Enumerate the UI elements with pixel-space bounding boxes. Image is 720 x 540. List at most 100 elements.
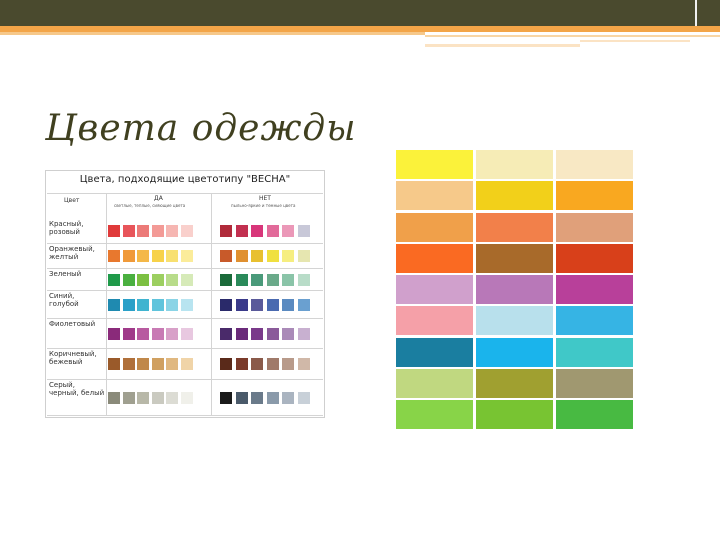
palette-swatch — [556, 212, 633, 242]
header-yes: ДА — [154, 195, 163, 202]
no-swatch — [282, 328, 294, 340]
yes-swatch — [137, 274, 149, 286]
no-swatch — [297, 250, 310, 262]
no-swatch — [266, 328, 279, 340]
no-swatch — [266, 225, 279, 237]
yes-swatch — [151, 225, 164, 237]
no-swatch — [235, 328, 248, 340]
yes-swatch — [151, 358, 164, 370]
yes-swatch — [180, 299, 193, 311]
table-row-divider — [47, 290, 323, 291]
table-header-divider — [47, 193, 323, 194]
yes-swatch — [122, 392, 135, 404]
palette-swatch — [556, 337, 633, 367]
no-swatch — [266, 274, 279, 286]
palette-swatch — [476, 275, 553, 304]
yes-swatch — [166, 299, 178, 311]
table-row-label: Коричневый, бежевый — [49, 350, 97, 366]
top-bar — [0, 0, 720, 26]
yes-swatch — [137, 328, 149, 340]
table-row-divider — [47, 243, 323, 244]
palette-swatch — [396, 243, 473, 273]
palette-swatch — [556, 306, 633, 336]
palette-swatch — [556, 243, 633, 273]
no-swatch — [266, 299, 279, 311]
no-swatch — [297, 392, 310, 404]
yes-swatch — [108, 225, 120, 237]
palette-swatch — [396, 181, 473, 211]
no-swatch — [282, 274, 294, 286]
no-swatch — [251, 299, 263, 311]
yes-swatch — [108, 328, 120, 340]
no-swatch — [220, 274, 232, 286]
table-row-label: Фиолетовый — [49, 320, 96, 328]
no-swatch — [251, 358, 263, 370]
table-row-divider — [47, 379, 323, 380]
yes-swatch — [108, 358, 120, 370]
palette-swatch — [476, 306, 553, 336]
palette-swatch — [396, 400, 473, 429]
yes-swatch — [166, 392, 178, 404]
top-bar-divider — [695, 0, 697, 26]
palette-swatch — [476, 181, 553, 211]
no-swatch — [251, 250, 263, 262]
no-swatch — [282, 225, 294, 237]
palette-swatch — [556, 150, 633, 179]
header-yes-subtitle: светлые, теплые, сияющие цвета — [114, 203, 186, 208]
palette-swatch — [396, 306, 473, 336]
color-palette-grid — [396, 150, 633, 431]
no-swatch — [266, 250, 279, 262]
accent-stripe-thin — [425, 35, 720, 37]
no-swatch — [266, 358, 279, 370]
yes-swatch — [166, 250, 178, 262]
yes-swatch — [151, 299, 164, 311]
yes-swatch — [122, 328, 135, 340]
yes-swatch — [108, 299, 120, 311]
table-row-label: Красный, розовый — [49, 220, 84, 236]
yes-swatch — [137, 250, 149, 262]
table-row-label: Зеленый — [49, 270, 82, 278]
palette-swatch — [396, 275, 473, 304]
column-divider — [106, 193, 107, 415]
no-swatch — [282, 392, 294, 404]
yes-swatch — [122, 250, 135, 262]
no-swatch — [266, 392, 279, 404]
yes-swatch — [166, 328, 178, 340]
no-swatch — [251, 274, 263, 286]
no-swatch — [220, 299, 232, 311]
no-swatch — [282, 358, 294, 370]
palette-swatch — [476, 150, 553, 179]
table-row-label: Оранжевый, желтый — [49, 245, 95, 261]
yes-swatch — [180, 328, 193, 340]
table-row-label: Синий, голубой — [49, 292, 79, 308]
yes-swatch — [180, 392, 193, 404]
header-no-subtitle: пыльно-яркие и темные цвета — [231, 203, 296, 208]
palette-swatch — [476, 400, 553, 429]
yes-swatch — [180, 250, 193, 262]
no-swatch — [235, 358, 248, 370]
no-swatch — [220, 358, 232, 370]
no-swatch — [235, 225, 248, 237]
yes-swatch — [166, 225, 178, 237]
no-swatch — [235, 250, 248, 262]
yes-swatch — [108, 250, 120, 262]
palette-swatch — [556, 275, 633, 304]
yes-swatch — [151, 328, 164, 340]
accent-stripe-faint — [580, 40, 690, 42]
no-swatch — [220, 392, 232, 404]
palette-swatch — [476, 243, 553, 273]
yes-swatch — [151, 274, 164, 286]
yes-swatch — [122, 274, 135, 286]
yes-swatch — [166, 358, 178, 370]
palette-swatch — [396, 368, 473, 398]
no-swatch — [282, 299, 294, 311]
yes-swatch — [180, 358, 193, 370]
yes-swatch — [137, 225, 149, 237]
no-swatch — [297, 225, 310, 237]
no-swatch — [251, 225, 263, 237]
column-divider — [211, 193, 212, 415]
no-swatch — [282, 250, 294, 262]
header-color: Цвет — [64, 197, 80, 204]
accent-stripe-light — [0, 32, 425, 35]
table-row-divider — [47, 415, 323, 416]
